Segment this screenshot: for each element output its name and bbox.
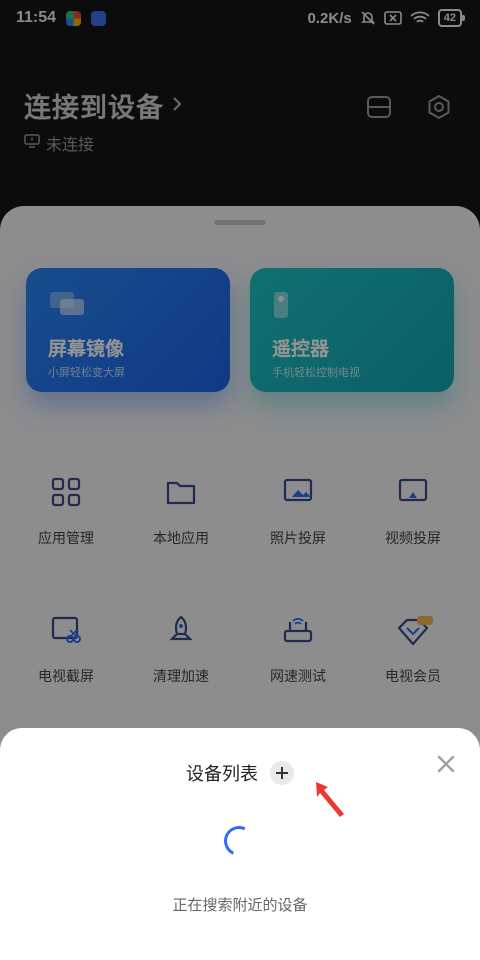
close-button[interactable] (434, 752, 458, 776)
plus-icon (276, 767, 288, 779)
close-icon (437, 755, 455, 773)
modal-title: 设备列表 (186, 764, 258, 785)
add-device-button[interactable] (270, 761, 294, 785)
loading-spinner (219, 821, 259, 861)
device-list-modal: 设备列表 正在搜索附近的设备 (0, 728, 480, 960)
annotation-arrow-icon (316, 782, 344, 817)
searching-text: 正在搜索附近的设备 (172, 896, 308, 914)
